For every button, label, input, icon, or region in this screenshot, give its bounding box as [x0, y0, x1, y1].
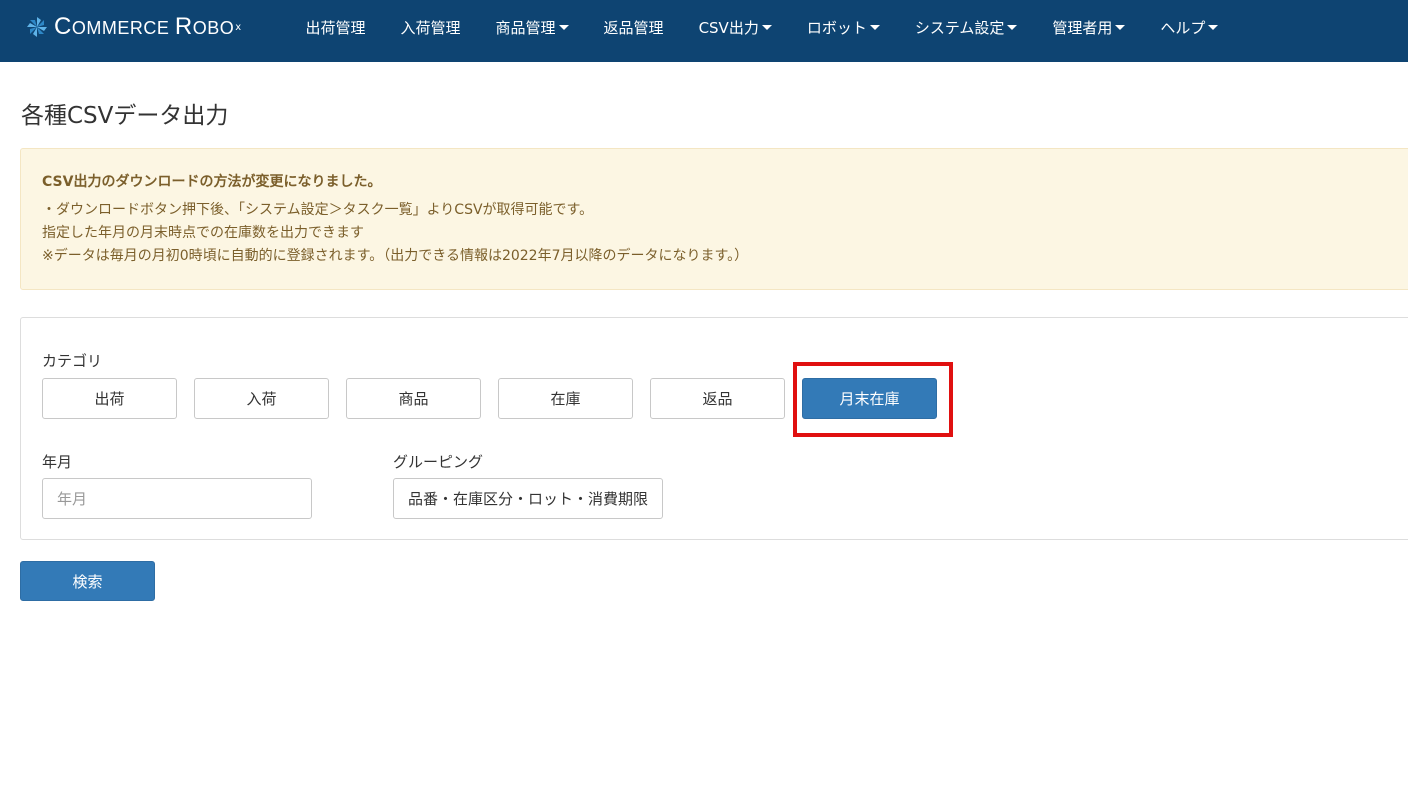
category-button-inventory[interactable]: 在庫 — [498, 378, 633, 419]
nav-item-label: 出荷管理 — [305, 18, 366, 37]
notice-title: CSV出力のダウンロードの方法が変更になりました。 — [42, 174, 382, 190]
caret-down-icon — [558, 24, 569, 30]
pinwheel-logo-icon — [27, 17, 47, 37]
nav-item-label: ロボット — [806, 18, 867, 37]
nav-item-label: 返品管理 — [603, 18, 664, 37]
notice-line: ・ダウンロードボタン押下後、「システム設定＞タスク一覧」よりCSVが取得可能です… — [42, 202, 594, 218]
nav-item-system-settings[interactable]: システム設定 — [897, 0, 1035, 54]
grouping-select[interactable]: 品番・在庫区分・ロット・消費期限 — [393, 478, 663, 519]
nav-item-robot[interactable]: ロボット — [789, 0, 897, 54]
nav-item-label: ヘルプ — [1160, 18, 1206, 37]
year-month-input[interactable]: 年月 — [42, 478, 312, 519]
category-label: カテゴリ — [42, 352, 103, 370]
search-button[interactable]: 検索 — [20, 561, 155, 601]
nav-item-label: CSV出力 — [698, 18, 759, 37]
year-month-label: 年月 — [42, 453, 73, 471]
nav-item-shipping[interactable]: 出荷管理 — [288, 0, 383, 54]
category-button-receiving[interactable]: 入荷 — [194, 378, 329, 419]
notice-line: 指定した年月の月末時点での在庫数を出力できます — [42, 225, 364, 241]
main-nav: 出荷管理 入荷管理 商品管理 返品管理 CSV出力 ロボット システム設定 管理… — [288, 0, 1236, 62]
caret-down-icon — [869, 24, 880, 30]
top-navbar: COMMERCE ROBO x 出荷管理 入荷管理 商品管理 返品管理 CSV出… — [0, 0, 1408, 62]
caret-down-icon — [761, 24, 772, 30]
category-button-month-end-inventory[interactable]: 月末在庫 — [802, 378, 937, 419]
nav-item-csv-export[interactable]: CSV出力 — [681, 0, 789, 54]
search-form-panel: カテゴリ 出荷 入荷 商品 在庫 返品 月末在庫 年月 年月 グルーピング 品番… — [20, 317, 1408, 540]
brand-superscript: x — [235, 21, 242, 33]
nav-item-label: システム設定 — [914, 18, 1005, 37]
grouping-label: グルーピング — [393, 453, 484, 471]
category-button-returns[interactable]: 返品 — [650, 378, 785, 419]
notice-line: ※データは毎月の月初0時頃に自動的に登録されます。（出力できる情報は2022年7… — [42, 248, 749, 264]
category-button-shipping[interactable]: 出荷 — [42, 378, 177, 419]
nav-item-label: 商品管理 — [495, 18, 556, 37]
nav-item-admin[interactable]: 管理者用 — [1035, 0, 1143, 54]
notice-alert: CSV出力のダウンロードの方法が変更になりました。 ・ダウンロードボタン押下後、… — [20, 148, 1408, 290]
category-button-products[interactable]: 商品 — [346, 378, 481, 419]
caret-down-icon — [1115, 24, 1126, 30]
caret-down-icon — [1007, 24, 1018, 30]
page-title: 各種CSVデータ出力 — [21, 103, 229, 129]
nav-item-label: 入荷管理 — [400, 18, 461, 37]
brand-logo[interactable]: COMMERCE ROBO x — [26, 12, 241, 42]
brand-name: COMMERCE ROBO — [54, 13, 235, 40]
nav-item-label: 管理者用 — [1052, 18, 1113, 37]
nav-item-products[interactable]: 商品管理 — [478, 0, 586, 54]
nav-item-returns[interactable]: 返品管理 — [586, 0, 681, 54]
nav-item-receiving[interactable]: 入荷管理 — [383, 0, 478, 54]
caret-down-icon — [1208, 24, 1219, 30]
nav-item-help[interactable]: ヘルプ — [1143, 0, 1236, 54]
